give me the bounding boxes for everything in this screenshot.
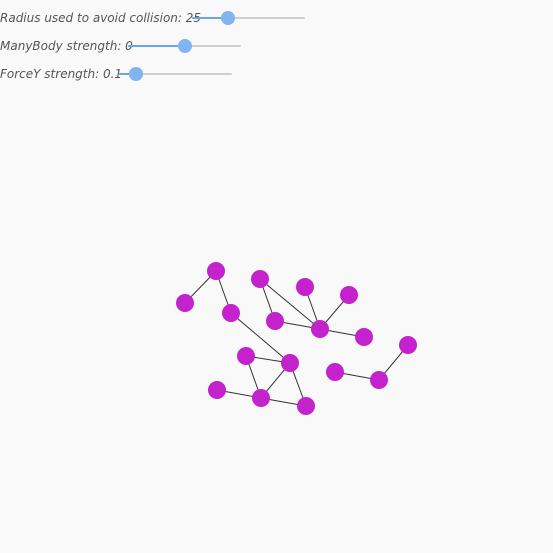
- graph-node[interactable]: [281, 354, 299, 372]
- graph-node[interactable]: [237, 347, 255, 365]
- graph-node[interactable]: [326, 363, 344, 381]
- graph-node[interactable]: [222, 304, 240, 322]
- graph-node[interactable]: [297, 397, 315, 415]
- graph-node[interactable]: [266, 312, 284, 330]
- graph-node[interactable]: [399, 336, 417, 354]
- graph-node[interactable]: [252, 389, 270, 407]
- graph-node[interactable]: [340, 286, 358, 304]
- graph-node[interactable]: [208, 381, 226, 399]
- graph-node[interactable]: [296, 278, 314, 296]
- graph-node[interactable]: [355, 328, 373, 346]
- graph-node[interactable]: [207, 262, 225, 280]
- graph-node[interactable]: [311, 320, 329, 338]
- graph-nodes: [176, 262, 417, 415]
- force-graph-canvas: [176, 262, 417, 415]
- graph-node[interactable]: [251, 270, 269, 288]
- graph-node[interactable]: [176, 294, 194, 312]
- graph-node[interactable]: [370, 371, 388, 389]
